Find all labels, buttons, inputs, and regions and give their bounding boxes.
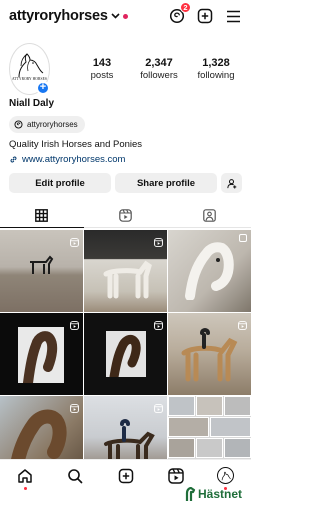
collage-tile [168, 417, 209, 437]
reel-indicator-icon [238, 317, 247, 335]
horse-image [178, 327, 242, 383]
create-icon [118, 468, 133, 483]
reels-icon [167, 467, 184, 484]
profile-link-text: www.attyroryhorses.com [22, 154, 126, 165]
collage-tile [168, 438, 195, 458]
profile-stats: 143 posts 2,347 followers 1,328 followin… [76, 57, 242, 81]
post-thumbnail[interactable] [0, 396, 83, 459]
post-thumbnail[interactable] [168, 396, 251, 459]
horse-image [6, 402, 76, 459]
tab-tagged[interactable] [167, 204, 251, 227]
profile-bio: Quality Irish Horses and Ponies [9, 139, 143, 150]
post-thumbnail[interactable] [168, 313, 251, 395]
edit-profile-button[interactable]: Edit profile [9, 173, 111, 193]
post-thumbnail[interactable] [0, 230, 83, 312]
add-story-button[interactable]: + [36, 81, 50, 95]
nav-create[interactable] [100, 460, 150, 492]
grid-icon [35, 209, 49, 222]
collage-tile [168, 396, 195, 416]
post-thumbnail[interactable] [168, 230, 251, 312]
nav-home[interactable] [0, 460, 50, 492]
chevron-down-icon[interactable] [111, 11, 120, 21]
profile-header: attyroryhorses 2 [0, 0, 251, 32]
collage-tile [210, 417, 251, 437]
horse-image [102, 260, 152, 300]
posts-count: 143 [92, 57, 112, 69]
header-actions: 2 [168, 2, 242, 25]
tab-posts-grid[interactable] [0, 204, 84, 228]
profile-icon [217, 467, 235, 484]
horse-image [18, 327, 64, 388]
create-post-button[interactable] [196, 7, 214, 25]
threads-profile-chip[interactable]: attyroryhorses [9, 116, 85, 133]
collage-tile [196, 396, 223, 416]
discover-people-button[interactable] [221, 173, 242, 193]
collage-tile [196, 438, 223, 458]
post-thumbnail[interactable] [84, 396, 167, 459]
watermark-text: Hästnet [197, 487, 242, 501]
username-title[interactable]: attyroryhorses [9, 8, 108, 24]
link-icon [10, 156, 17, 163]
horse-logo-icon [18, 53, 43, 78]
post-thumbnail[interactable] [0, 313, 83, 395]
following-stat[interactable]: 1,328 following [190, 57, 242, 81]
threads-button[interactable]: 2 [168, 2, 191, 25]
profile-name: Niall Daly [9, 98, 55, 109]
threads-icon [14, 120, 23, 129]
hastnet-watermark: Hästnet [185, 487, 242, 501]
nav-search[interactable] [50, 460, 100, 492]
reel-indicator-icon [154, 400, 163, 418]
profile-actions: Edit profile Share profile [9, 173, 242, 193]
activity-dot [23, 486, 27, 490]
following-label: following [197, 70, 235, 81]
home-icon [18, 468, 32, 483]
collage-tile [224, 396, 251, 416]
horse-image [102, 414, 158, 459]
menu-button[interactable] [224, 7, 242, 25]
followers-label: followers [140, 70, 178, 81]
hastnet-horse-logo-icon [185, 487, 196, 501]
share-profile-button[interactable]: Share profile [115, 173, 217, 193]
reel-indicator-icon [70, 400, 79, 418]
new-content-dot [122, 13, 128, 19]
threads-handle: attyroryhorses [27, 120, 78, 129]
hamburger-menu-icon [226, 10, 240, 22]
collage-tile [224, 438, 251, 458]
tagged-icon [202, 209, 216, 222]
avatar[interactable]: ATTYRORY HORSES + [9, 43, 50, 95]
post-thumbnail[interactable] [84, 313, 167, 395]
tab-reels[interactable] [84, 204, 168, 227]
carousel-indicator-icon [239, 234, 247, 242]
reel-indicator-icon [70, 317, 79, 335]
profile-tabs [0, 204, 251, 228]
plus-square-icon [197, 8, 213, 24]
reels-icon [119, 209, 132, 222]
notification-badge: 2 [180, 2, 191, 13]
following-count: 1,328 [202, 57, 230, 69]
reel-indicator-icon [154, 234, 163, 252]
horse-image [106, 331, 146, 382]
posts-stat[interactable]: 143 posts [76, 57, 128, 81]
profile-link[interactable]: www.attyroryhorses.com [9, 154, 125, 165]
search-icon [68, 468, 83, 483]
reel-indicator-icon [154, 317, 163, 335]
profile-summary: ATTYRORY HORSES + 143 posts 2,347 follow… [9, 43, 242, 95]
reel-indicator-icon [70, 234, 79, 252]
add-person-icon [227, 178, 237, 189]
followers-stat[interactable]: 2,347 followers [128, 57, 190, 81]
post-thumbnail[interactable] [84, 230, 167, 312]
horse-image [182, 240, 242, 301]
posts-grid [0, 230, 251, 459]
posts-label: posts [90, 70, 114, 81]
horse-image [28, 254, 54, 276]
followers-count: 2,347 [145, 57, 173, 69]
